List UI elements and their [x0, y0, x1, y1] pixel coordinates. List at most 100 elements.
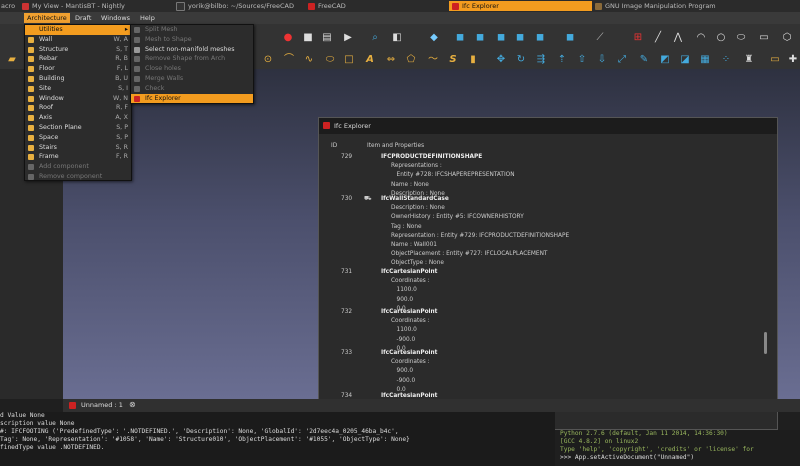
ifc-property[interactable]: Coordinates :	[391, 278, 430, 284]
menu-architecture[interactable]: Architecture	[24, 13, 70, 23]
view-rear-icon[interactable]: ◼	[515, 33, 525, 43]
scale-icon[interactable]: ⤢	[617, 55, 627, 65]
ifc-property[interactable]: Entity #728: IFCSHAPEREPRESENTATION	[391, 172, 515, 178]
ifc-row-id[interactable]: 730	[341, 196, 352, 202]
array-icon[interactable]: ▦	[700, 55, 710, 65]
ifc-property[interactable]: Representations :	[391, 163, 442, 169]
polygon-icon[interactable]: ⬡	[782, 33, 792, 43]
view-top-icon[interactable]: ◼	[475, 33, 485, 43]
menu-item-site[interactable]: Site S, I	[25, 84, 131, 94]
ifc-row-id[interactable]: 731	[341, 269, 352, 275]
snap-lock-icon[interactable]: ⊞	[633, 33, 643, 43]
menu-item-frame[interactable]: Frame F, R	[25, 152, 131, 162]
menu-item-utilities[interactable]: Utilities ▸	[25, 25, 131, 35]
menu-item-wall[interactable]: Wall W, A	[25, 35, 131, 45]
close-tab-icon[interactable]: ⊗	[129, 400, 136, 409]
wire-to-bspline-icon[interactable]: ◩	[660, 55, 670, 65]
dimension-icon[interactable]: ⇔	[386, 55, 396, 65]
ifc-entity-name[interactable]: IfcWallStandardCase	[381, 196, 449, 202]
move-icon[interactable]: ✥	[496, 55, 506, 65]
ifc-entity-name[interactable]: IfcCartesianPoint	[381, 350, 437, 356]
path-array-icon[interactable]: ⁘	[721, 55, 731, 65]
ifc-property[interactable]: Coordinates :	[391, 318, 430, 324]
taskbar-item-gimp[interactable]: GNU Image Manipulation Program	[595, 1, 716, 11]
menu-draft[interactable]: Draft	[72, 13, 94, 23]
menu-item-section-plane[interactable]: Section Plane S, P	[25, 123, 131, 133]
ifc-property[interactable]: Coordinates :	[391, 359, 430, 365]
shape-2d-view-icon[interactable]: ◪	[680, 55, 690, 65]
record-macro-icon[interactable]: ●	[283, 33, 293, 43]
ellipse-tool-icon[interactable]: ⬭	[325, 55, 335, 65]
ifc-property[interactable]: Name : Wall001	[391, 242, 437, 248]
ifc-property[interactable]: 1100.0	[391, 287, 417, 293]
circle-icon[interactable]: ○	[716, 33, 726, 43]
menu-item-split-mesh[interactable]: Split Mesh	[131, 25, 253, 35]
menu-item-axis[interactable]: Axis A, X	[25, 113, 131, 123]
menu-item-floor[interactable]: Floor F, L	[25, 64, 131, 74]
ifc-property[interactable]: 1100.0	[391, 327, 417, 333]
wall-tool-icon[interactable]: ▰	[7, 55, 17, 65]
ifc-tree[interactable]: ID Item and Properties 729 IFCPRODUCTDEFI…	[319, 134, 777, 429]
ifc-property[interactable]: 900.0	[391, 368, 414, 374]
column-header-id[interactable]: ID	[331, 143, 337, 149]
ifc-row-id[interactable]: 729	[341, 154, 352, 160]
snap-point-icon[interactable]: ⊙	[263, 55, 273, 65]
menu-item-close-holes[interactable]: Close holes	[131, 64, 253, 74]
text-tool-icon[interactable]: A	[365, 55, 375, 65]
ifc-row-id[interactable]: 732	[341, 309, 352, 315]
arc-icon[interactable]: ◠	[696, 33, 706, 43]
ifc-explorer-titlebar[interactable]: Ifc Explorer	[319, 118, 777, 134]
ifc-property[interactable]: OwnerHistory : Entity #5: IFCOWNERHISTOR…	[391, 214, 524, 220]
taskbar-item-freecad[interactable]: FreeCAD	[308, 1, 346, 11]
menu-item-remove-shape[interactable]: Remove Shape from Arch	[131, 54, 253, 64]
ifc-property[interactable]: ObjectPlacement : Entity #727: IFCLOCALP…	[391, 251, 547, 257]
heal-icon[interactable]: ✚	[788, 55, 798, 65]
upgrade-icon[interactable]: ⇧	[577, 55, 587, 65]
menu-item-remove-component[interactable]: Remove component	[25, 172, 131, 182]
ifc-property[interactable]: ObjectType : None	[391, 260, 444, 266]
menu-item-add-component[interactable]: Add component	[25, 162, 131, 172]
view-bottom-icon[interactable]: ◼	[535, 33, 545, 43]
ifc-property[interactable]: Tag : None	[391, 224, 422, 230]
taskbar-item-acro[interactable]: acro	[1, 1, 15, 11]
menu-item-select-non-manifold[interactable]: Select non-manifold meshes	[131, 45, 253, 55]
taskbar-item-mantis[interactable]: My View - MantisBT - Nightly	[22, 1, 125, 11]
polygon-tool-icon[interactable]: ⬠	[406, 55, 416, 65]
ifc-property[interactable]: 0.0	[391, 387, 406, 393]
menu-item-ifc-explorer[interactable]: Ifc Explorer	[131, 93, 253, 104]
report-view[interactable]: d Value None scription value None #: IFC…	[0, 412, 555, 466]
ifc-scrollbar[interactable]	[764, 332, 767, 354]
draw-style-icon[interactable]: ◧	[392, 33, 402, 43]
menu-item-stairs[interactable]: Stairs S, R	[25, 143, 131, 153]
menu-item-space[interactable]: Space S, P	[25, 133, 131, 143]
macros-icon[interactable]: ▤	[322, 33, 332, 43]
menu-item-building[interactable]: Building B, U	[25, 74, 131, 84]
taskbar-item-ifc-explorer[interactable]: Ifc Explorer	[449, 1, 592, 11]
column-header-item[interactable]: Item and Properties	[367, 143, 424, 149]
document-tab-unnamed[interactable]: Unnamed : 1	[81, 401, 123, 409]
ifc-entity-name[interactable]: IFCPRODUCTDEFINITIONSHAPE	[381, 154, 482, 160]
view-isometric-icon[interactable]: ◆	[429, 33, 439, 43]
rectangle-icon[interactable]: ▭	[759, 33, 769, 43]
menu-help[interactable]: Help	[137, 13, 158, 23]
menu-item-structure[interactable]: Structure S, T	[25, 45, 131, 55]
menu-windows[interactable]: Windows	[98, 13, 133, 23]
arc-tool-icon[interactable]: ⌒	[284, 55, 294, 65]
view-left-icon[interactable]: ◼	[565, 33, 575, 43]
ifc-property[interactable]: 900.0	[391, 297, 414, 303]
wire-icon[interactable]: ⋀	[673, 33, 683, 43]
shapestring-icon[interactable]: S	[448, 55, 458, 65]
drawing-icon[interactable]: ▭	[770, 55, 780, 65]
ifc-property[interactable]: Name : None	[391, 182, 429, 188]
menu-item-merge-walls[interactable]: Merge Walls	[131, 74, 253, 84]
rectangle-tool-icon[interactable]: □	[344, 55, 354, 65]
taskbar-item-terminal[interactable]: yorik@bilbo: ~/Sources/FreeCAD	[176, 1, 294, 11]
offset-icon[interactable]: ⇶	[536, 55, 546, 65]
fit-all-icon[interactable]: ⌕	[370, 33, 380, 43]
ifc-property[interactable]: Description : None	[391, 205, 445, 211]
ifc-property[interactable]: -900.0	[391, 378, 416, 384]
facebinder-icon[interactable]: ▮	[468, 55, 478, 65]
bspline-tool-icon[interactable]: 〜	[428, 55, 438, 65]
clone-icon[interactable]: ♜	[744, 55, 754, 65]
menu-item-mesh-to-shape[interactable]: Mesh to Shape	[131, 35, 253, 45]
